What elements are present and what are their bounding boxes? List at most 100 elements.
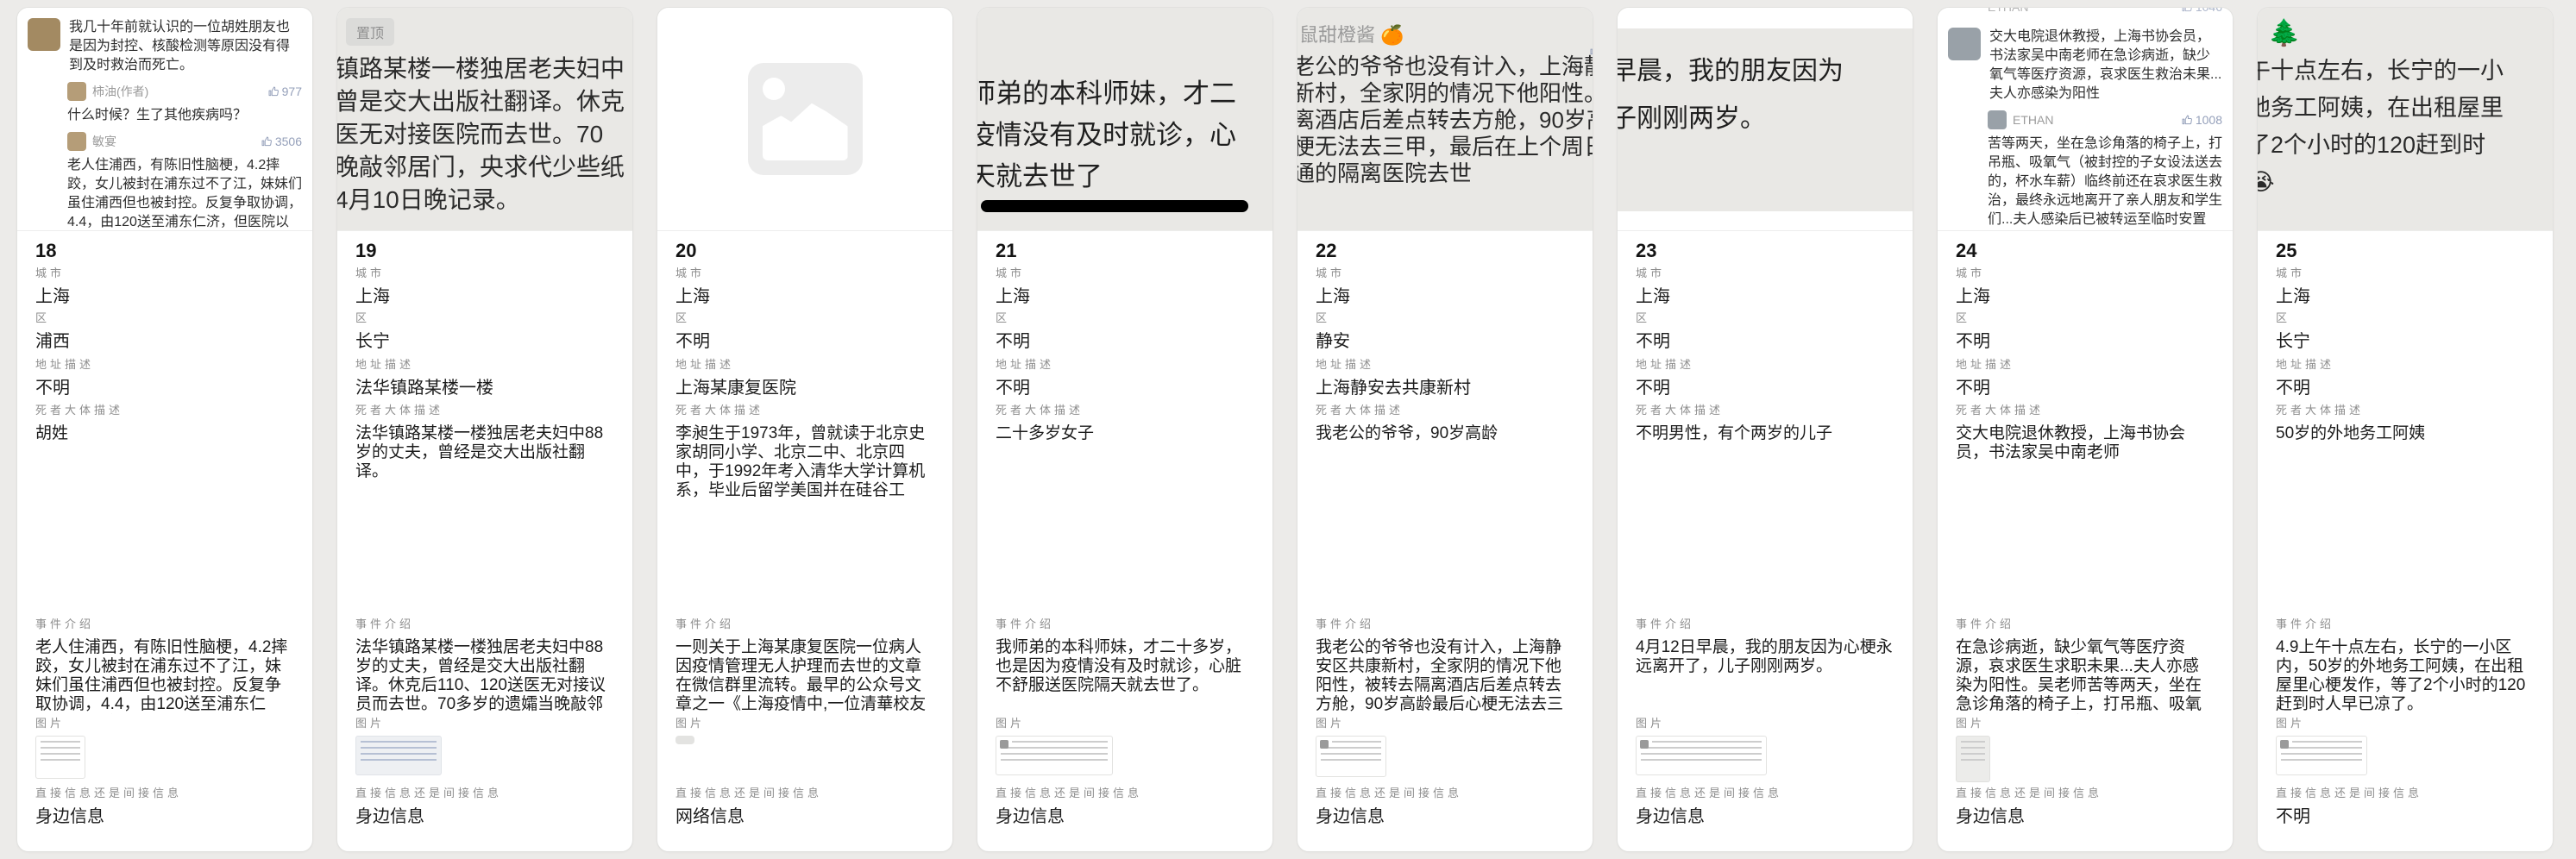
field-value-direct: 身边信息 — [355, 807, 614, 827]
field-label-event: 事件介绍 — [1956, 618, 2215, 631]
card-fields: 18 城市 上海 区 浦西 地址描述 不明 死者大体描述 胡姓 事件介绍 老人住… — [17, 241, 312, 838]
field-label-address: 地址描述 — [996, 358, 1254, 372]
field-value-direct: 不明 — [2276, 807, 2535, 827]
card-number: 19 — [355, 241, 614, 260]
field-label-event: 事件介绍 — [675, 618, 934, 631]
field-label-event: 事件介绍 — [355, 618, 614, 631]
field-label-address: 地址描述 — [35, 358, 294, 372]
comment-reply: 敏宴3506老人住浦西，有陈旧性脑梗，4.2摔跤，女儿被封在浦东过不了江，妹妹们… — [67, 132, 302, 231]
field-label-image: 图片 — [996, 717, 1254, 730]
field-value-event: 老人住浦西，有陈旧性脑梗，4.2摔跤，女儿被封在浦东过不了江，妹妹们虽住浦西但也… — [35, 638, 294, 714]
card-number: 21 — [996, 241, 1254, 260]
pinned-badge: 置顶 — [346, 18, 394, 46]
field-label-image: 图片 — [35, 717, 294, 730]
field-value-address: 上海某康复医院 — [675, 379, 934, 398]
reply-text: 老人住浦西，有陈旧性脑梗，4.2摔跤，女儿被封在浦东过不了江，妹妹们虽住浦西但也… — [67, 156, 302, 231]
like-count[interactable]: 977 — [267, 85, 302, 98]
card-fields: 23 城市 上海 区 不明 地址描述 不明 死者大体描述 不明男性，有个两岁的儿… — [1618, 241, 1913, 838]
field-value-district: 静安 — [1316, 332, 1574, 352]
field-value-deceased: 胡姓 — [35, 424, 294, 443]
like-count[interactable]: 3506 — [261, 135, 302, 148]
field-label-direct: 直接信息还是间接信息 — [2276, 787, 2535, 800]
field-label-address: 地址描述 — [675, 358, 934, 372]
clipped-comment-header: ETHAN1046 — [1988, 8, 2222, 17]
card-cover-screenshot: 师弟的本科师妹，才二疫情没有及时就诊，心天就去世了 — [977, 8, 1272, 231]
card-fields: 25 城市 上海 区 长宁 地址描述 不明 死者大体描述 50岁的外地务工阿姨 … — [2258, 241, 2553, 838]
avatar — [1988, 110, 2007, 129]
field-label-direct: 直接信息还是间接信息 — [1956, 787, 2215, 800]
avatar — [1948, 28, 1981, 60]
field-label-event: 事件介绍 — [996, 618, 1254, 631]
gallery-card[interactable]: 我几十年前就认识的一位胡姓朋友也是因为封控、核酸检测等原因没有得到及时救治而死亡… — [16, 7, 313, 852]
field-value-direct: 身边信息 — [1636, 807, 1894, 827]
gallery-card[interactable]: 置顶镇路某楼一楼独居老夫妇中曾是交大出版社翻译。休克医无对接医院而去世。70晚敲… — [336, 7, 633, 852]
field-value-deceased: 二十多岁女子 — [996, 424, 1254, 443]
field-label-image: 图片 — [675, 717, 934, 730]
field-label-direct: 直接信息还是间接信息 — [35, 787, 294, 800]
image-thumbnail — [1316, 736, 1386, 777]
field-value-city: 上海 — [355, 287, 614, 307]
field-value-deceased: 我老公的爷爷，90岁高龄 — [1316, 424, 1574, 443]
field-value-city: 上海 — [1636, 287, 1894, 307]
card-number: 18 — [35, 241, 294, 260]
field-label-event: 事件介绍 — [1316, 618, 1574, 631]
like-count[interactable]: 1046 — [2181, 8, 2222, 14]
field-value-district: 长宁 — [355, 332, 614, 352]
field-value-deceased: 法华镇路某楼一楼独居老夫妇中88岁的丈夫，曾经是交大出版社翻译。 — [355, 424, 614, 481]
redaction-bar — [981, 200, 1248, 212]
field-value-event: 4.9上午十点左右，长宁的一小区内，50岁的外地务工阿姨，在出租屋里心梗发作，等… — [2276, 638, 2535, 714]
field-label-direct: 直接信息还是间接信息 — [1636, 787, 1894, 800]
field-value-address: 法华镇路某楼一楼 — [355, 379, 614, 398]
field-value-deceased: 50岁的外地务工阿姨 — [2276, 424, 2535, 443]
field-label-city: 城市 — [675, 266, 934, 280]
image-thumbnail — [996, 736, 1113, 775]
like-icon — [2181, 114, 2193, 126]
gallery-card[interactable]: 早晨，我的朋友因为子刚刚两岁。 23 城市 上海 区 不明 地址描述 不明 死者… — [1617, 7, 1913, 852]
field-value-address: 不明 — [1636, 379, 1894, 398]
avatar — [67, 132, 86, 151]
field-label-district: 区 — [1316, 311, 1574, 325]
post-text: 交大电院退休教授，上海书协会员，书法家吴中南老师在急诊病逝，缺少氧气等医疗资源，… — [1989, 28, 2222, 103]
field-value-district: 浦西 — [35, 332, 294, 352]
field-label-event: 事件介绍 — [1636, 618, 1894, 631]
gallery-card[interactable]: 🌲午十点左右，长宁的一小地务工阿姨，在出租屋里了2个小时的120赶到时😭 25 … — [2257, 7, 2554, 852]
gallery-card[interactable]: 20 城市 上海 区 不明 地址描述 上海某康复医院 死者大体描述 李昶生于19… — [657, 7, 953, 852]
field-label-address: 地址描述 — [1956, 358, 2215, 372]
card-cover-screenshot: 🌲午十点左右，长宁的一小地务工阿姨，在出租屋里了2个小时的120赶到时😭 — [2258, 8, 2553, 231]
field-label-address: 地址描述 — [1636, 358, 1894, 372]
field-value-city: 上海 — [35, 287, 294, 307]
field-value-address: 上海静安去共康新村 — [1316, 379, 1574, 398]
field-value-district: 不明 — [675, 332, 934, 352]
field-label-deceased: 死者大体描述 — [996, 404, 1254, 417]
field-value-deceased: 交大电院退休教授，上海书协会员，书法家吴中南老师 — [1956, 424, 2215, 462]
like-icon — [261, 135, 273, 147]
card-fields: 24 城市 上海 区 不明 地址描述 不明 死者大体描述 交大电院退休教授，上海… — [1938, 241, 2233, 838]
field-value-city: 上海 — [996, 287, 1254, 307]
image-thumbnail — [355, 736, 442, 775]
image-thumbnail — [675, 736, 694, 744]
like-icon — [1589, 44, 1593, 56]
field-label-city: 城市 — [2276, 266, 2535, 280]
gallery-card[interactable]: 师弟的本科师妹，才二疫情没有及时就诊，心天就去世了 21 城市 上海 区 不明 … — [977, 7, 1273, 852]
field-label-direct: 直接信息还是间接信息 — [675, 787, 934, 800]
reply-text: 苦等两天，坐在急诊角落的椅子上，打吊瓶、吸氧气（被封控的子女设法送去的，杯水车薪… — [1988, 135, 2222, 231]
like-count[interactable]: 1008 — [2181, 113, 2222, 127]
gallery-card[interactable]: 鼠甜橙酱 🍊老公的爷爷也没有计入，上海静新村，全家阴的情况下他阳性。离酒店后差点… — [1297, 7, 1593, 852]
screenshot-text: 师弟的本科师妹，才二疫情没有及时就诊，心天就去世了 — [977, 73, 1272, 198]
field-label-direct: 直接信息还是间接信息 — [355, 787, 614, 800]
gallery-card[interactable]: ETHAN1046 交大电院退休教授，上海书协会员，书法家吴中南老师在急诊病逝，缺… — [1937, 7, 2234, 852]
field-label-deceased: 死者大体描述 — [2276, 404, 2535, 417]
commenter-name: ETHAN — [1988, 8, 2181, 14]
field-value-event: 4月12日早晨，我的朋友因为心梗永远离开了，儿子刚刚两岁。 — [1636, 638, 1894, 676]
avatar — [67, 82, 86, 101]
image-thumbnail — [1636, 736, 1767, 775]
card-cover-screenshot: 我几十年前就认识的一位胡姓朋友也是因为封控、核酸检测等原因没有得到及时救治而死亡… — [17, 8, 312, 231]
field-label-deceased: 死者大体描述 — [35, 404, 294, 417]
poster-username: 鼠甜橙酱 🍊 — [1299, 20, 1593, 47]
card-fields: 22 城市 上海 区 静安 地址描述 上海静安去共康新村 死者大体描述 我老公的… — [1297, 241, 1593, 838]
field-value-direct: 身边信息 — [35, 807, 294, 827]
field-label-district: 区 — [1636, 311, 1894, 325]
field-label-event: 事件介绍 — [2276, 618, 2535, 631]
like-icon — [267, 85, 280, 97]
comment-reply: ETHAN1008苦等两天，坐在急诊角落的椅子上，打吊瓶、吸氧气（被封控的子女设… — [1988, 110, 2222, 231]
